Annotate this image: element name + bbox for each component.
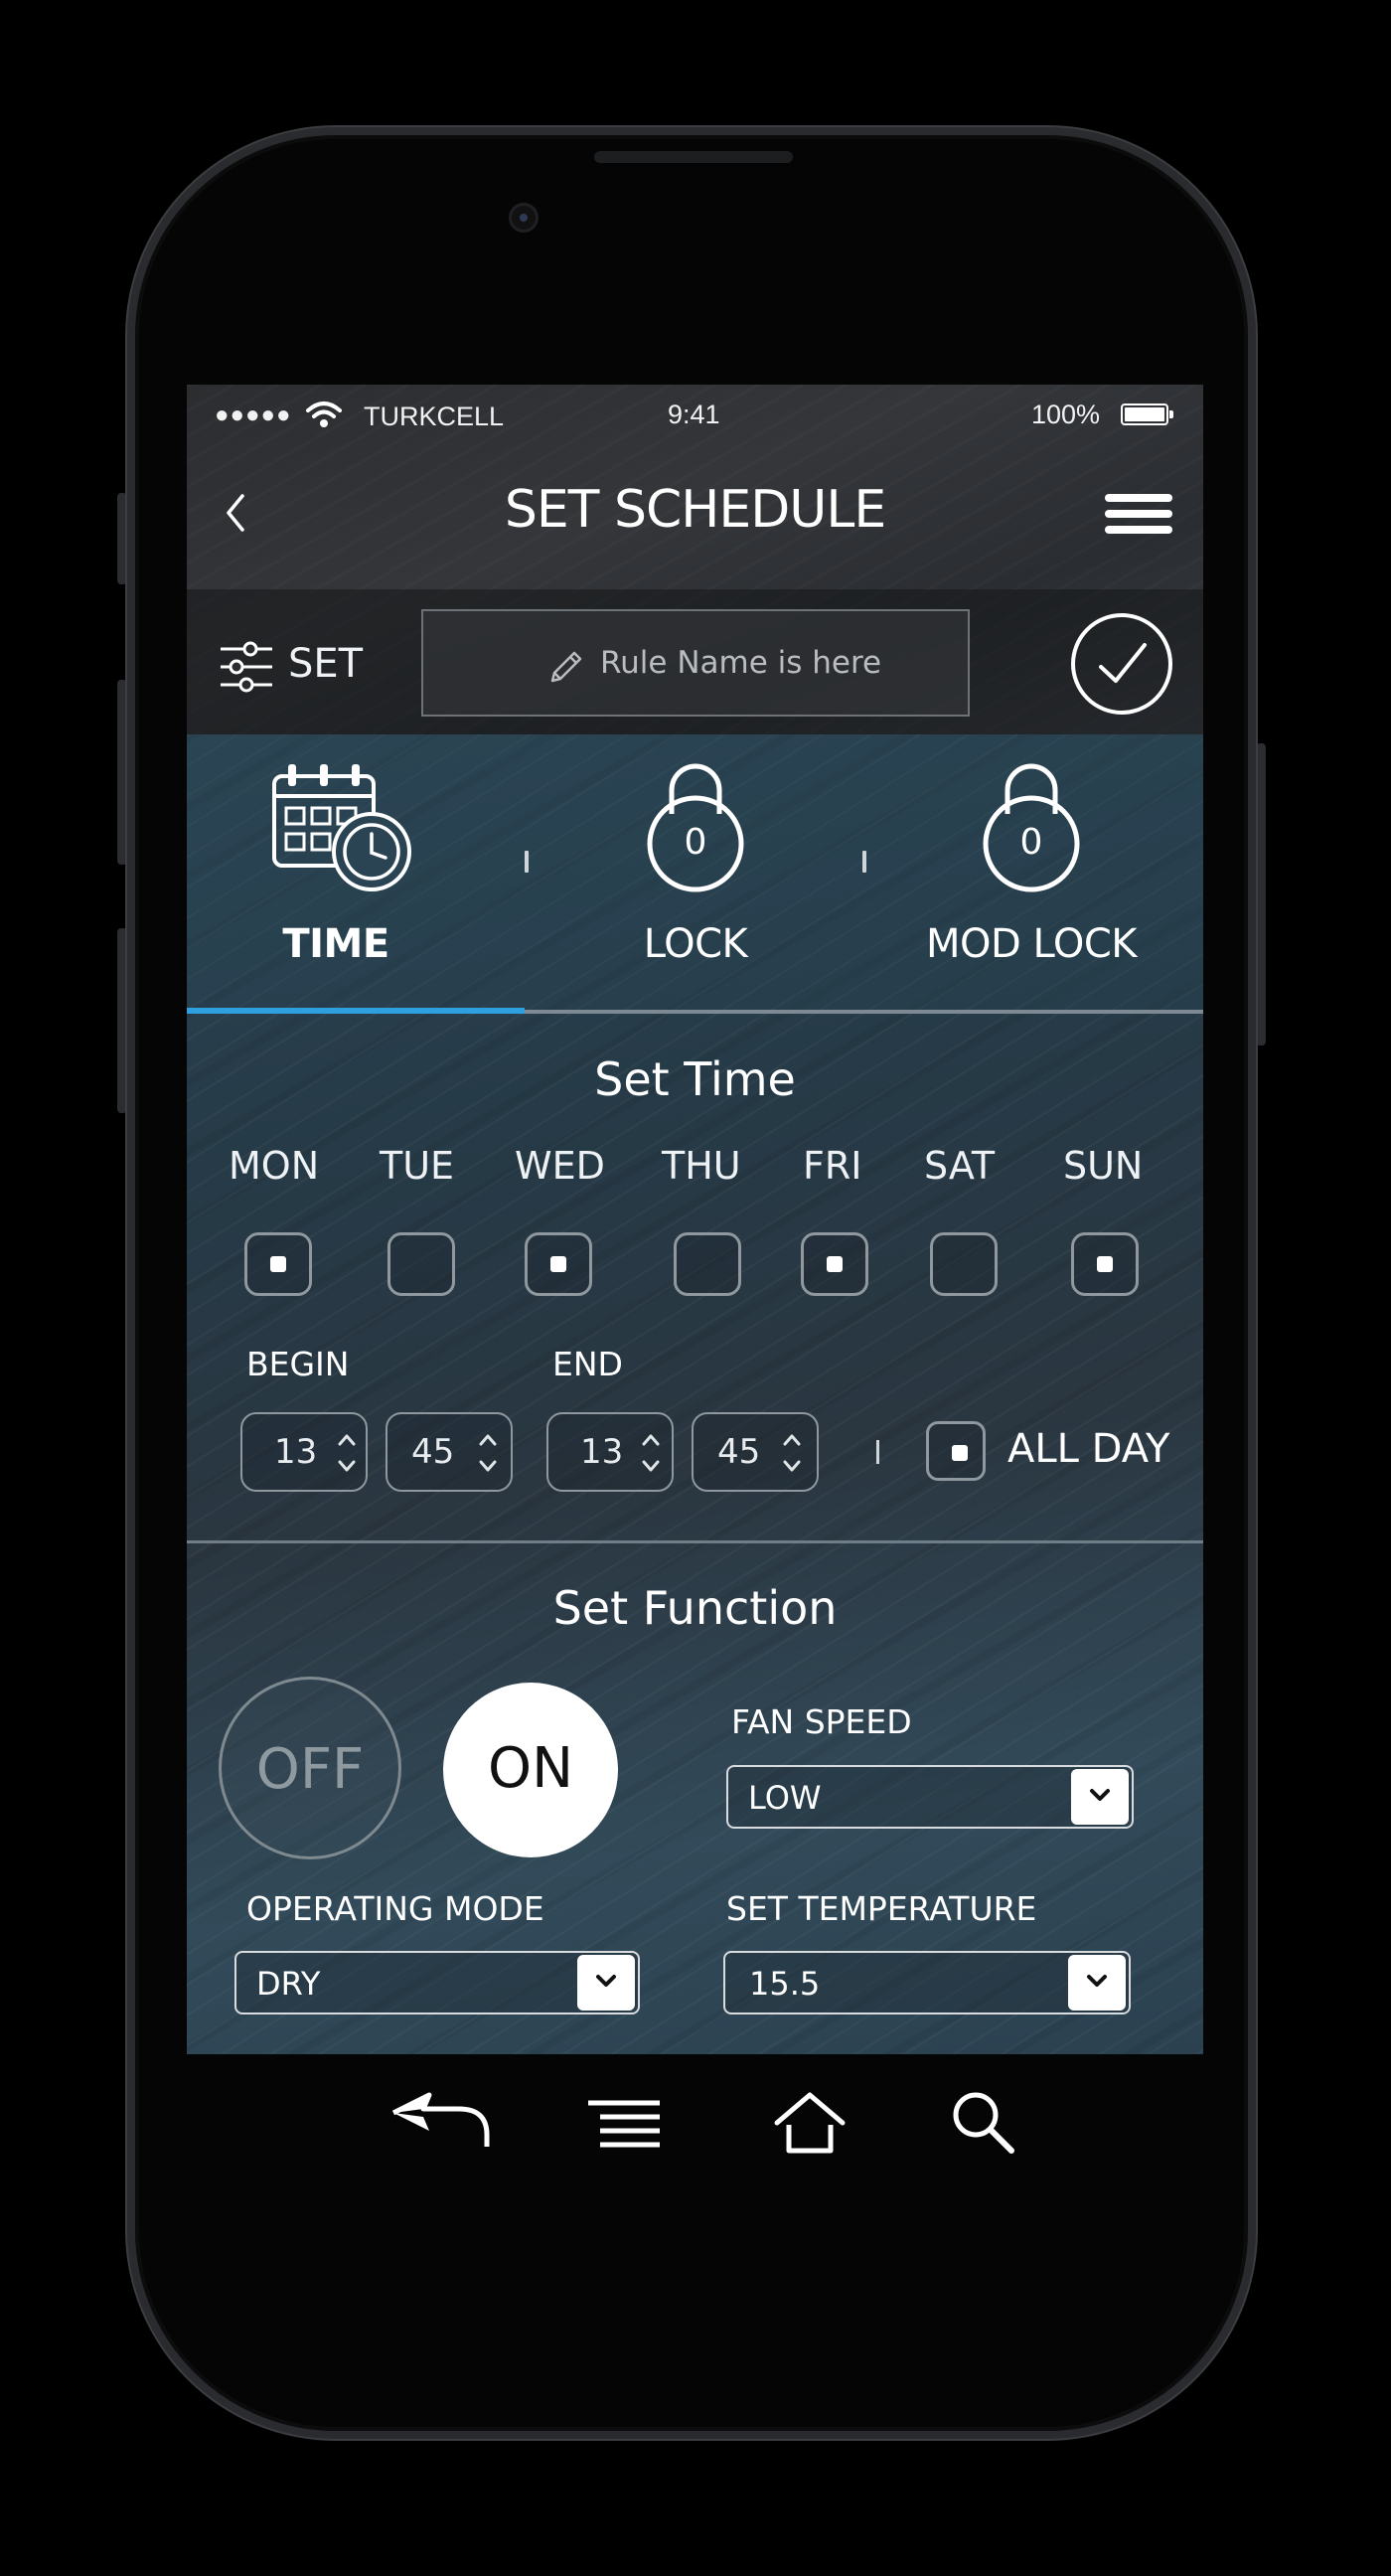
signal-dots: ●●●●● [215, 402, 292, 428]
fan-speed-label: FAN SPEED [731, 1702, 912, 1741]
begin-minute-value: 45 [411, 1432, 455, 1472]
day-label: FRI [803, 1144, 862, 1188]
battery-percent: 100% [1031, 400, 1101, 429]
end-hour-stepper[interactable]: 13 [546, 1412, 674, 1492]
operating-mode-label: OPERATING MODE [246, 1889, 544, 1928]
checkbox-tue[interactable] [387, 1232, 455, 1296]
set-label[interactable]: SET [288, 641, 363, 687]
rule-name-placeholder: Rule Name is here [600, 645, 882, 681]
fan-speed-value: LOW [748, 1779, 822, 1817]
tab-lock[interactable]: 0 LOCK [544, 734, 862, 1009]
tab-time-label: TIME [282, 921, 389, 967]
end-minute-value: 45 [717, 1432, 761, 1472]
tab-mod-lock[interactable]: 0 MOD LOCK [882, 734, 1203, 1009]
mute-switch [117, 493, 127, 584]
operating-mode-select[interactable]: DRY [234, 1951, 640, 2014]
day-label: WED [515, 1144, 605, 1188]
calendar-clock-icon [272, 764, 411, 891]
menu-nav-icon[interactable] [586, 2099, 662, 2153]
rule-name-input[interactable]: Rule Name is here [421, 609, 970, 717]
tab-divider [862, 851, 866, 873]
chevron-down-icon [1090, 1789, 1110, 1801]
dropdown-button[interactable] [1071, 1769, 1129, 1825]
up-down-chevron-icon [642, 1434, 660, 1472]
status-time: 9:41 [668, 400, 720, 429]
checkbox-wed[interactable] [525, 1232, 592, 1296]
fan-speed-select[interactable]: LOW [726, 1765, 1134, 1829]
wifi-icon [306, 402, 342, 427]
set-temperature-label: SET TEMPERATURE [726, 1889, 1037, 1928]
home-nav-icon[interactable] [773, 2091, 847, 2155]
checkbox-fri[interactable] [801, 1232, 868, 1296]
chevron-down-icon [1087, 1975, 1107, 1987]
day-label: THU [662, 1144, 741, 1188]
up-down-chevron-icon [338, 1434, 356, 1472]
power-off-button[interactable]: OFF [219, 1677, 401, 1859]
tab-mod-lock-label: MOD LOCK [925, 921, 1138, 967]
power-on-button[interactable]: ON [443, 1683, 618, 1857]
dropdown-button[interactable] [1068, 1955, 1126, 2011]
all-day-label[interactable]: ALL DAY [1007, 1426, 1169, 1472]
checkbox-mon[interactable] [244, 1232, 312, 1296]
system-nav-bar [0, 2057, 1391, 2186]
carrier-name: TURKCELL [364, 402, 505, 431]
pencil-icon [550, 651, 582, 683]
end-label: END [552, 1345, 623, 1383]
off-label: OFF [255, 1737, 365, 1802]
up-down-chevron-icon [479, 1434, 497, 1472]
tab-time[interactable]: TIME [187, 734, 525, 1009]
lock-count-badge: 0 [684, 822, 707, 863]
page-title: SET SCHEDULE [504, 480, 886, 540]
dropdown-button[interactable] [577, 1955, 635, 2011]
day-label: SUN [1063, 1144, 1144, 1188]
back-nav-icon[interactable] [389, 2091, 493, 2153]
app-screen: ●●●●● TURKCELL 9:41 100% SET SCHEDULE SE… [187, 385, 1203, 2054]
sliders-icon[interactable] [219, 641, 274, 693]
confirm-check-icon[interactable] [1069, 611, 1174, 717]
operating-mode-value: DRY [256, 1965, 321, 2003]
section-divider [187, 1540, 1203, 1543]
volume-down-button [117, 928, 127, 1113]
begin-hour-value: 13 [274, 1432, 318, 1472]
front-camera [509, 203, 539, 233]
day-label: MON [229, 1144, 320, 1188]
tab-lock-label: LOCK [643, 921, 748, 967]
end-minute-stepper[interactable]: 45 [692, 1412, 819, 1492]
checkbox-thu[interactable] [674, 1232, 741, 1296]
day-label: TUE [380, 1144, 455, 1188]
on-label: ON [488, 1736, 573, 1801]
search-nav-icon[interactable] [950, 2089, 1017, 2157]
hamburger-menu-icon[interactable] [1103, 488, 1174, 542]
all-day-checkbox[interactable] [926, 1421, 986, 1481]
tab-active-indicator [187, 1008, 525, 1014]
end-hour-value: 13 [580, 1432, 624, 1472]
set-temperature-value: 15.5 [749, 1965, 821, 2003]
all-day-divider [876, 1440, 879, 1464]
volume-up-button [117, 680, 127, 865]
begin-hour-stepper[interactable]: 13 [240, 1412, 368, 1492]
checkbox-sat[interactable] [930, 1232, 998, 1296]
mod-lock-count-badge: 0 [1019, 822, 1043, 863]
set-function-heading: Set Function [552, 1581, 838, 1635]
day-label: SAT [924, 1144, 996, 1188]
begin-label: BEGIN [246, 1345, 350, 1383]
set-time-heading: Set Time [594, 1052, 796, 1106]
set-temperature-select[interactable]: 15.5 [723, 1951, 1131, 2014]
tab-divider [525, 851, 529, 873]
earpiece-speaker [594, 151, 793, 163]
chevron-down-icon [596, 1975, 616, 1987]
begin-minute-stepper[interactable]: 45 [386, 1412, 513, 1492]
power-button [1256, 743, 1266, 1046]
checkbox-sun[interactable] [1071, 1232, 1139, 1296]
battery-icon [1121, 403, 1173, 425]
up-down-chevron-icon [783, 1434, 801, 1472]
